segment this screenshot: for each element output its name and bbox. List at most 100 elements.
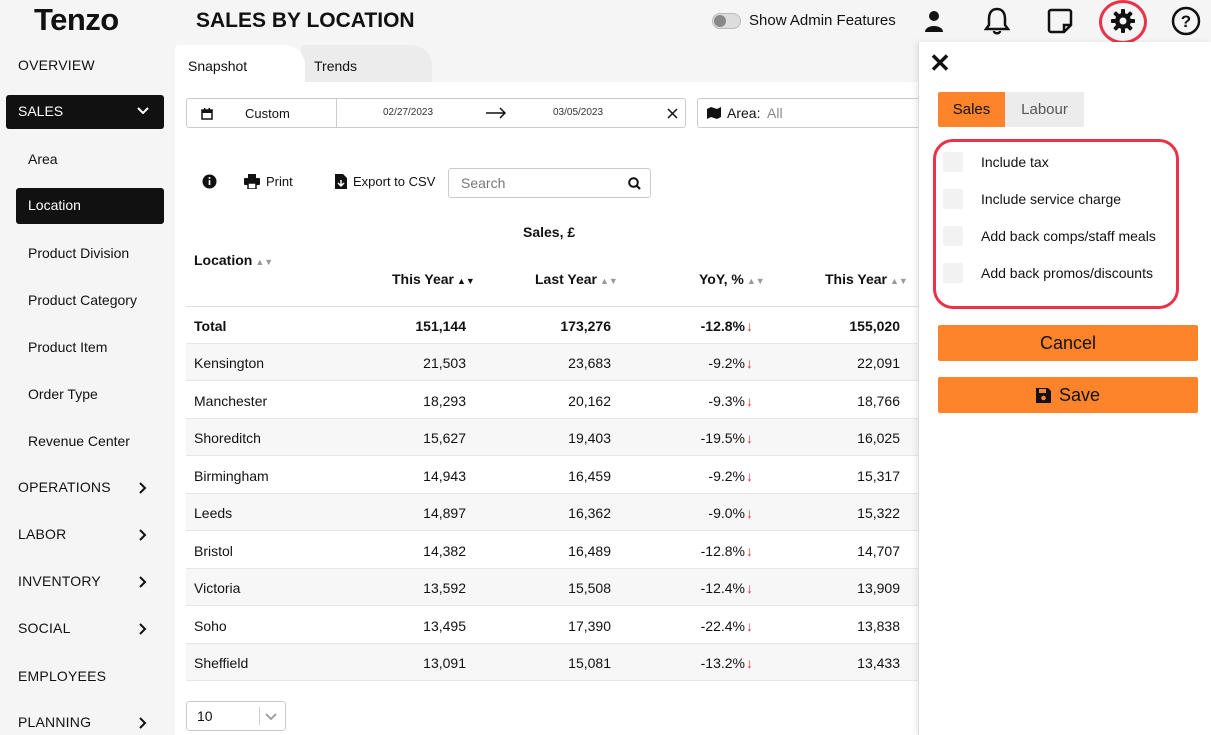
- floppy-icon: [1035, 387, 1051, 403]
- table-row: Shoreditch 15,627 19,403 -19.5%↓ 16,025: [186, 419, 918, 456]
- option-include-service-charge[interactable]: Include service charge: [943, 189, 1121, 209]
- date-from[interactable]: 02/27/2023: [383, 107, 433, 118]
- nav-sub-location[interactable]: Location: [16, 188, 164, 224]
- col-yoy-label: YoY, %: [699, 271, 744, 287]
- checkbox[interactable]: [943, 189, 963, 209]
- option-include-tax[interactable]: Include tax: [943, 152, 1049, 172]
- nav-planning[interactable]: PLANNING: [18, 714, 158, 730]
- nav-sub-product-category[interactable]: Product Category: [28, 292, 137, 308]
- nav-sub-product-division[interactable]: Product Division: [28, 245, 129, 261]
- nav-inventory[interactable]: INVENTORY: [18, 573, 158, 589]
- svg-text:?: ?: [1181, 12, 1191, 31]
- date-to[interactable]: 03/05/2023: [553, 107, 603, 118]
- checkbox[interactable]: [943, 226, 963, 246]
- cell-location: Manchester: [194, 392, 268, 409]
- arrow-down-icon: ↓: [746, 542, 753, 559]
- nav-employees[interactable]: EMPLOYEES: [18, 668, 106, 684]
- cell-yoy-value: -9.2%: [708, 467, 745, 484]
- toggle-switch[interactable]: [712, 12, 741, 29]
- option-add-back-comps[interactable]: Add back comps/staff meals: [943, 226, 1156, 246]
- bell-icon[interactable]: [981, 5, 1013, 37]
- save-label: Save: [1058, 384, 1101, 405]
- col-yoy[interactable]: YoY, % ▲▼: [699, 271, 765, 287]
- tab-trends[interactable]: Trends: [301, 45, 432, 83]
- info-button[interactable]: [202, 174, 217, 189]
- chevron-right-icon: [139, 623, 147, 635]
- drawer-tab-labour[interactable]: Labour: [1005, 92, 1084, 127]
- nav-social[interactable]: SOCIAL: [18, 620, 158, 636]
- arrow-down-icon: ↓: [746, 392, 753, 409]
- cell-last-year: 19,403: [568, 430, 611, 446]
- gear-icon[interactable]: [1107, 5, 1139, 37]
- page-title: SALES BY LOCATION: [196, 9, 415, 32]
- cancel-button[interactable]: Cancel: [938, 325, 1198, 361]
- nav-sub-product-item[interactable]: Product Item: [28, 339, 107, 355]
- cell-yoy-value: -9.2%: [708, 355, 745, 371]
- cell-this-year: 18,293: [423, 392, 466, 409]
- cell-location: Kensington: [194, 355, 265, 371]
- area-filter[interactable]: Area: All: [697, 98, 918, 128]
- date-mode-select[interactable]: Custom: [187, 99, 337, 127]
- cell-yoy: -9.2%↓: [708, 468, 753, 484]
- nav-operations[interactable]: OPERATIONS: [18, 479, 158, 495]
- nav-sub-revenue-center[interactable]: Revenue Center: [28, 433, 130, 449]
- tenzo-logo[interactable]: Tenzo: [34, 2, 119, 38]
- nav-sub-order-type[interactable]: Order Type: [28, 386, 98, 402]
- nav-sales[interactable]: SALES: [6, 95, 164, 129]
- print-button[interactable]: Print: [244, 174, 293, 189]
- cell-yoy: -22.4%↓: [701, 618, 753, 634]
- nav-inventory-label: INVENTORY: [18, 573, 101, 589]
- cell-location: Soho: [194, 617, 227, 634]
- clear-date-icon[interactable]: [667, 108, 678, 119]
- arrow-down-icon: ↓: [746, 430, 753, 446]
- date-range-picker[interactable]: Custom 02/27/2023 03/05/2023: [186, 98, 686, 128]
- page-size-select[interactable]: 10: [186, 701, 286, 731]
- col-location[interactable]: Location ▲▼: [194, 252, 273, 268]
- area-value: All: [767, 105, 783, 121]
- cell-yoy-value: -19.5%: [700, 430, 745, 446]
- chevron-right-icon: [139, 529, 147, 541]
- cell-this-year-2: 14,707: [857, 542, 900, 559]
- cell-this-year-2: 155,020: [849, 318, 900, 334]
- user-icon[interactable]: [918, 5, 950, 37]
- cell-this-year: 151,144: [415, 318, 466, 334]
- search-input[interactable]: Search: [448, 168, 651, 198]
- tab-snapshot[interactable]: Snapshot: [175, 45, 305, 83]
- admin-features-toggle[interactable]: Show Admin Features: [712, 12, 896, 29]
- option-add-back-promos[interactable]: Add back promos/discounts: [943, 263, 1153, 283]
- table-row: Bristol 14,382 16,489 -12.8%↓ 14,707: [186, 532, 918, 569]
- nav-sub-area[interactable]: Area: [28, 151, 58, 167]
- calendar-icon: [201, 108, 213, 120]
- cell-location: Victoria: [194, 580, 241, 596]
- arrow-down-icon: ↓: [746, 580, 753, 596]
- table-row: Sheffield 13,091 15,081 -13.2%↓ 13,433: [186, 644, 918, 681]
- map-icon: [707, 107, 721, 119]
- checkbox[interactable]: [943, 152, 963, 172]
- cell-yoy: -19.5%↓: [701, 430, 753, 446]
- app-header: Tenzo SALES BY LOCATION Show Admin Featu…: [0, 0, 1211, 44]
- notes-icon[interactable]: [1044, 5, 1076, 37]
- save-button[interactable]: Save: [938, 377, 1198, 413]
- chevron-down-icon: [137, 107, 149, 115]
- sort-icon: ▲▼: [746, 276, 765, 286]
- cell-last-year: 16,489: [568, 542, 611, 559]
- close-icon[interactable]: ✕: [928, 49, 952, 77]
- cell-location: Total: [194, 318, 227, 334]
- cell-this-year-2: 22,091: [857, 355, 900, 371]
- nav-overview[interactable]: OVERVIEW: [18, 57, 95, 73]
- search-icon: [628, 177, 641, 190]
- nav-labor[interactable]: LABOR: [18, 526, 158, 542]
- col-last-year[interactable]: Last Year ▲▼: [535, 271, 618, 287]
- option-label: Include tax: [981, 154, 1049, 170]
- export-csv-button[interactable]: Export to CSV: [335, 174, 435, 189]
- drawer-tab-sales[interactable]: Sales: [938, 92, 1005, 127]
- col-this-year[interactable]: This Year ▲▼: [392, 271, 475, 287]
- help-icon[interactable]: ?: [1170, 5, 1202, 37]
- cell-this-year: 15,627: [423, 430, 466, 446]
- table-row: Victoria 13,592 15,508 -12.4%↓ 13,909: [186, 569, 918, 606]
- cell-yoy-value: -22.4%: [700, 617, 745, 634]
- col-this-year-2[interactable]: This Year ▲▼: [825, 271, 908, 287]
- checkbox[interactable]: [943, 263, 963, 283]
- cell-last-year: 23,683: [568, 355, 611, 371]
- table-row: Birmingham 14,943 16,459 -9.2%↓ 15,317: [186, 457, 918, 494]
